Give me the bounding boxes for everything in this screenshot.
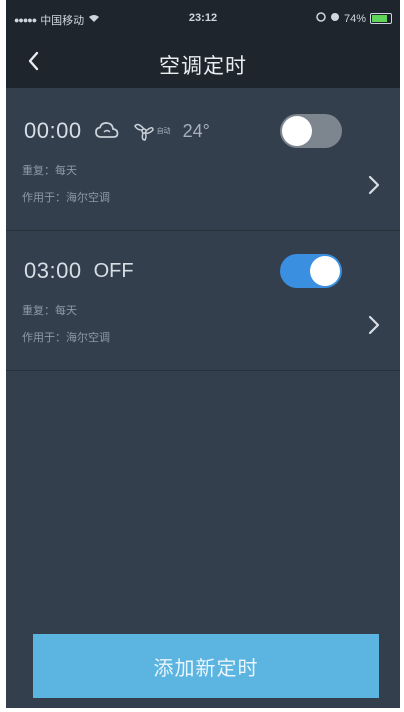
- toggle-knob: [310, 256, 340, 286]
- page-title: 空调定时: [159, 55, 247, 78]
- status-bar: ●●●●● 中国移动 23:12 74%: [6, 0, 400, 38]
- timer-row[interactable]: 00:00 自动 24° 重复：每天 作用于：海尔空调: [6, 90, 400, 231]
- applies-value: 海尔空调: [66, 192, 110, 204]
- timer-toggle[interactable]: [280, 254, 342, 288]
- chevron-right-icon[interactable]: [366, 314, 382, 336]
- repeat-label: 重复：: [22, 165, 55, 177]
- chevron-right-icon[interactable]: [366, 174, 382, 196]
- fan-icon: 自动: [132, 120, 171, 142]
- cloud-mode-icon: [94, 120, 120, 142]
- timer-time: 03:00: [24, 258, 82, 283]
- applies-label: 作用于：: [22, 192, 66, 204]
- repeat-info: 重复：每天: [22, 302, 77, 318]
- applies-label: 作用于：: [22, 332, 66, 344]
- fan-mode-label: 自动: [156, 128, 171, 135]
- timer-state: OFF: [93, 259, 134, 282]
- timer-row[interactable]: 03:00 OFF 重复：每天 作用于：海尔空调: [6, 230, 400, 371]
- battery-percent: 74%: [343, 12, 366, 25]
- timer-time: 00:00: [24, 118, 82, 143]
- nav-bar: 空调定时: [6, 38, 400, 88]
- battery-icon: [370, 13, 392, 24]
- repeat-label: 重复：: [22, 305, 55, 317]
- timer-temperature: 24°: [182, 120, 210, 141]
- repeat-value: 每天: [55, 165, 77, 177]
- alarm-icon: [330, 12, 340, 25]
- applies-info: 作用于：海尔空调: [22, 189, 110, 205]
- timer-summary: 00:00 自动 24°: [24, 118, 210, 144]
- status-right: 74%: [316, 12, 392, 25]
- lock-rotation-icon: [316, 12, 326, 25]
- repeat-value: 每天: [55, 305, 77, 317]
- repeat-info: 重复：每天: [22, 162, 77, 178]
- toggle-knob: [282, 116, 312, 146]
- applies-value: 海尔空调: [66, 332, 110, 344]
- timer-summary: 03:00 OFF: [24, 258, 134, 284]
- add-timer-button[interactable]: 添加新定时: [33, 634, 379, 698]
- phone-screen: ●●●●● 中国移动 23:12 74% 空调定时 00:00 自动 24° 重…: [6, 0, 400, 708]
- applies-info: 作用于：海尔空调: [22, 329, 110, 345]
- timer-toggle[interactable]: [280, 114, 342, 148]
